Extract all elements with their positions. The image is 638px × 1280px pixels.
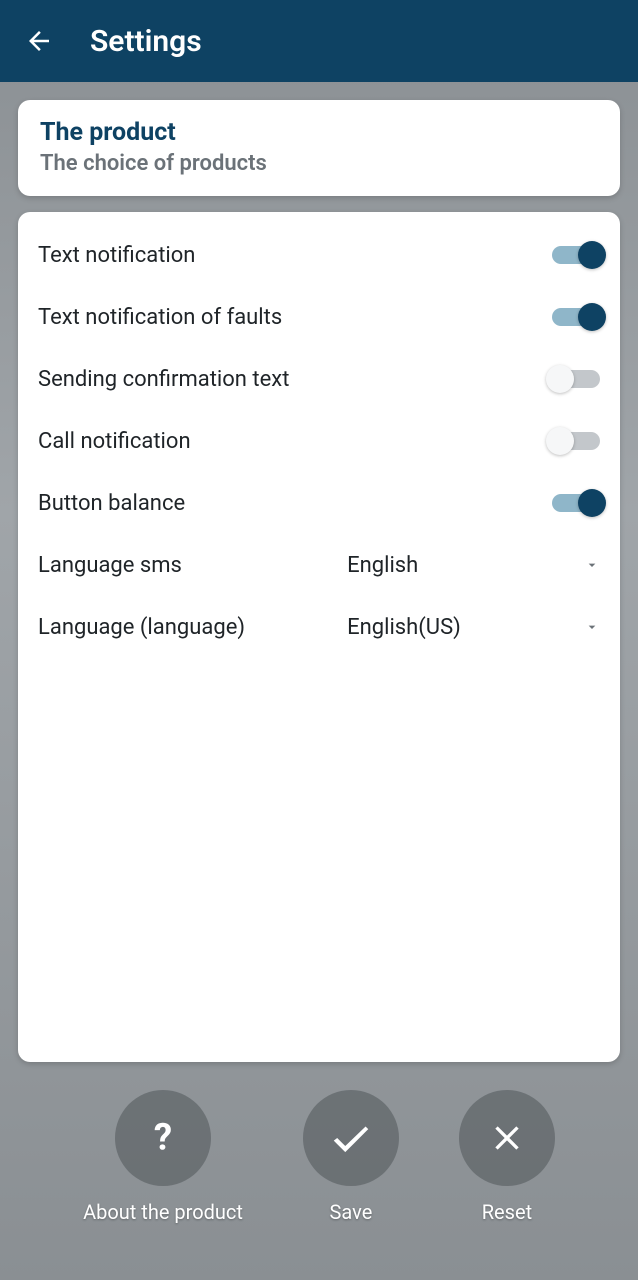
setting-label: Sending confirmation text xyxy=(38,367,289,392)
content-area: The product The choice of products Text … xyxy=(0,82,638,1080)
setting-label: Text notification of faults xyxy=(38,305,282,330)
setting-row-sending-confirmation: Sending confirmation text xyxy=(36,348,602,410)
product-subtitle: The choice of products xyxy=(40,151,598,176)
product-title: The product xyxy=(40,118,598,147)
setting-row-language-language: Language (language) English(US) xyxy=(36,596,602,658)
close-icon xyxy=(459,1090,555,1186)
dropdown-value: English xyxy=(347,553,418,578)
setting-label: Text notification xyxy=(38,243,195,268)
chevron-down-icon xyxy=(584,619,600,635)
check-icon xyxy=(303,1090,399,1186)
dropdown-value: English(US) xyxy=(347,615,461,640)
setting-row-language-sms: Language sms English xyxy=(36,534,602,596)
toggle-text-notification[interactable] xyxy=(552,246,600,264)
reset-button[interactable]: Reset xyxy=(459,1090,555,1224)
action-label: Save xyxy=(330,1200,373,1224)
dropdown-language-language[interactable]: English(US) xyxy=(347,615,600,640)
toggle-text-notification-faults[interactable] xyxy=(552,308,600,326)
app-bar: Settings xyxy=(0,0,638,82)
setting-label: Button balance xyxy=(38,491,185,516)
about-button[interactable]: ? About the product xyxy=(83,1090,243,1224)
dropdown-language-sms[interactable]: English xyxy=(347,553,600,578)
setting-label: Call notification xyxy=(38,429,191,454)
setting-row-button-balance: Button balance xyxy=(36,472,602,534)
back-button[interactable] xyxy=(18,20,60,62)
setting-label: Language (language) xyxy=(38,615,347,640)
toggle-sending-confirmation[interactable] xyxy=(552,370,600,388)
toggle-call-notification[interactable] xyxy=(552,432,600,450)
toggle-button-balance[interactable] xyxy=(552,494,600,512)
setting-row-text-notification: Text notification xyxy=(36,224,602,286)
page-title: Settings xyxy=(90,24,202,59)
setting-row-call-notification: Call notification xyxy=(36,410,602,472)
setting-row-text-notification-faults: Text notification of faults xyxy=(36,286,602,348)
bottom-actions: ? About the product Save Reset xyxy=(0,1080,638,1280)
svg-text:?: ? xyxy=(154,1118,172,1158)
action-label: About the product xyxy=(83,1200,243,1224)
save-button[interactable]: Save xyxy=(303,1090,399,1224)
arrow-left-icon xyxy=(24,26,54,56)
chevron-down-icon xyxy=(584,557,600,573)
action-label: Reset xyxy=(482,1200,532,1224)
setting-label: Language sms xyxy=(38,553,347,578)
question-icon: ? xyxy=(115,1090,211,1186)
product-card[interactable]: The product The choice of products xyxy=(18,100,620,196)
settings-card: Text notification Text notification of f… xyxy=(18,212,620,1062)
